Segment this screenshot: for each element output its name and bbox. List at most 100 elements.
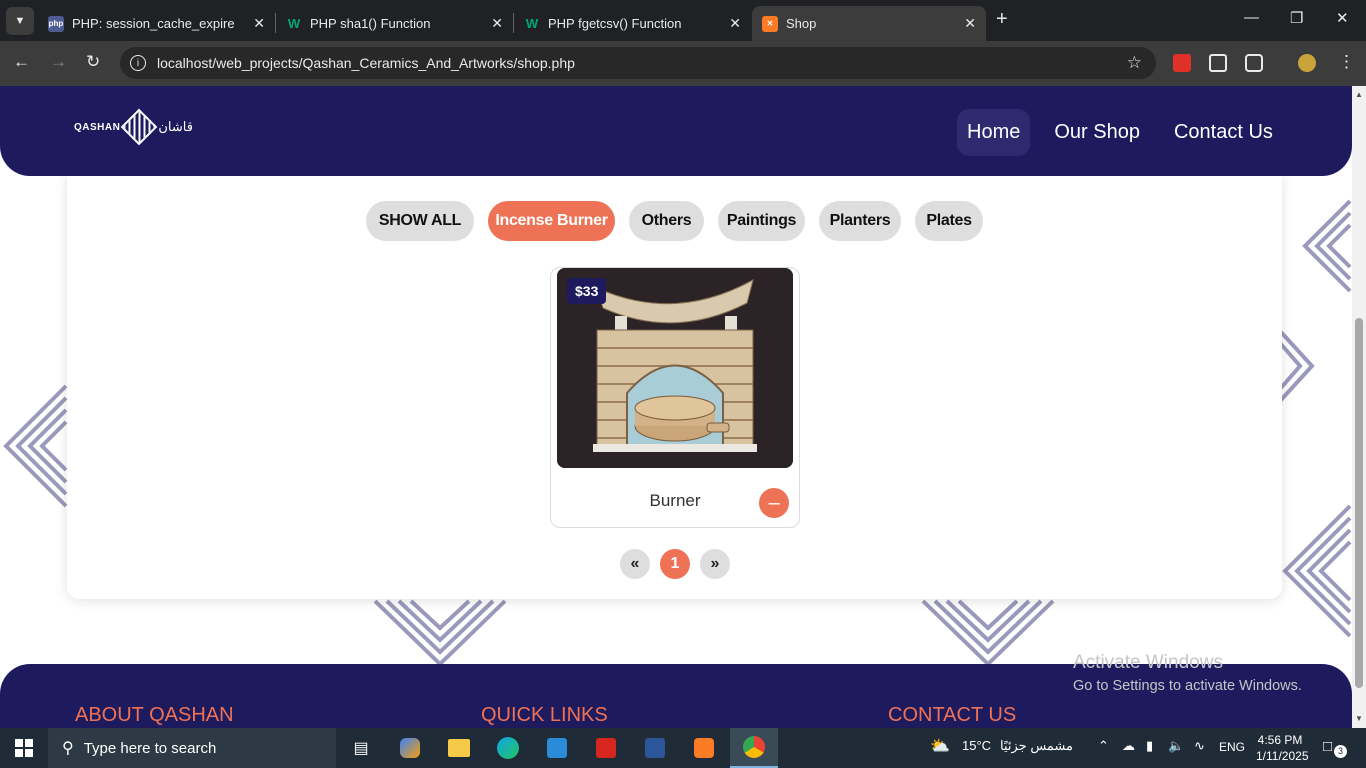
tab-title: PHP: session_cache_expire - Ma <box>72 16 237 31</box>
logo-text-ar: قاشان <box>158 119 193 134</box>
watermark-subtitle: Go to Settings to activate Windows. <box>1073 678 1302 694</box>
filter-show-all[interactable]: SHOW ALL <box>366 201 474 241</box>
tab-title: Shop <box>786 16 817 31</box>
price-badge: $33 <box>567 278 607 304</box>
tab-php-sha1[interactable]: W PHP sha1() Function ✕ <box>276 6 513 41</box>
windows-start-icon[interactable] <box>0 728 48 768</box>
volume-icon[interactable]: 🔈 <box>1168 738 1184 754</box>
close-tab-icon[interactable]: ✕ <box>253 15 265 32</box>
language-indicator[interactable]: ENG <box>1219 740 1245 754</box>
nav-home[interactable]: Home <box>957 109 1031 156</box>
close-tab-icon[interactable]: ✕ <box>491 15 503 32</box>
pagination-prev[interactable]: « <box>620 549 650 579</box>
footer-quick-links-heading: QUICK LINKS <box>481 704 608 726</box>
clock-date: 1/11/2025 <box>1256 749 1309 763</box>
chrome-icon[interactable] <box>730 728 778 768</box>
site-logo[interactable]: QASHAN قاشان <box>74 108 193 146</box>
copilot-icon[interactable] <box>395 728 425 768</box>
windows-logo-icon <box>15 739 33 757</box>
pdf-extension-icon[interactable] <box>1173 54 1191 72</box>
tab-shop[interactable]: ✕ Shop ✕ <box>752 6 986 41</box>
decorative-pattern-icon <box>921 599 1055 666</box>
pagination-next[interactable]: » <box>700 549 730 579</box>
scroll-up-icon[interactable]: ▲ <box>1355 90 1363 99</box>
filter-plates[interactable]: Plates <box>915 201 983 241</box>
filter-planters[interactable]: Planters <box>819 201 901 241</box>
web-page: QASHAN قاشان Home Our Shop Contact Us SH… <box>0 86 1352 728</box>
address-bar[interactable]: i localhost/web_projects/Qashan_Ceramics… <box>120 47 1156 79</box>
vscode-icon[interactable] <box>542 728 572 768</box>
minimize-icon[interactable]: — <box>1244 9 1259 26</box>
filter-paintings[interactable]: Paintings <box>718 201 805 241</box>
profile-avatar[interactable] <box>1298 54 1316 72</box>
php-favicon-icon: php <box>48 15 64 32</box>
onedrive-icon[interactable]: ☁ <box>1122 738 1135 754</box>
logo-mark-icon <box>120 108 158 146</box>
decorative-pattern-icon <box>373 599 507 666</box>
extensions-puzzle-icon[interactable] <box>1245 54 1263 72</box>
tab-php-fgetcsv[interactable]: W PHP fgetcsv() Function ✕ <box>514 6 751 41</box>
w3schools-favicon-icon: W <box>287 16 301 31</box>
back-icon[interactable]: ← <box>13 52 30 72</box>
xampp-favicon-icon: ✕ <box>762 15 778 32</box>
xampp-icon[interactable] <box>689 728 719 768</box>
close-window-icon[interactable]: ✕ <box>1336 9 1349 27</box>
site-header: QASHAN قاشان Home Our Shop Contact Us <box>0 86 1352 176</box>
site-info-icon[interactable]: i <box>130 55 146 71</box>
url-text[interactable]: localhost/web_projects/Qashan_Ceramics_A… <box>157 55 575 71</box>
tab-search-chevron-icon[interactable]: ▼ <box>6 6 34 35</box>
activate-windows-watermark: Activate Windows Go to Settings to activ… <box>1073 652 1302 694</box>
search-icon: ⚲ <box>62 740 74 757</box>
nav-our-shop[interactable]: Our Shop <box>1044 109 1150 156</box>
search-placeholder: Type here to search <box>83 739 217 757</box>
reload-icon[interactable]: ↻ <box>86 52 100 72</box>
product-card[interactable]: $33 Burner – <box>550 267 800 528</box>
tab-title: PHP sha1() Function <box>310 16 431 31</box>
watermark-title: Activate Windows <box>1073 652 1223 673</box>
clock-time: 4:56 PM <box>1257 733 1303 747</box>
edge-icon[interactable] <box>493 728 523 768</box>
new-tab-icon[interactable]: + <box>996 8 1008 31</box>
file-explorer-icon[interactable] <box>444 728 474 768</box>
word-icon[interactable] <box>640 728 670 768</box>
notifications-icon[interactable]: □ 3 <box>1323 738 1347 758</box>
decorative-pattern-icon <box>1282 504 1352 638</box>
nav-contact-us[interactable]: Contact Us <box>1164 109 1283 156</box>
network-icon[interactable]: ∿ <box>1194 738 1205 754</box>
forward-icon[interactable]: → <box>50 52 67 72</box>
scrollbar-thumb[interactable] <box>1355 318 1363 688</box>
decorative-pattern-icon <box>3 384 68 508</box>
media-icon[interactable] <box>1209 54 1227 72</box>
decorative-pattern-icon <box>1302 199 1352 293</box>
close-tab-icon[interactable]: ✕ <box>964 15 976 32</box>
weather-icon[interactable]: ⛅ <box>930 736 950 756</box>
notification-count: 3 <box>1334 745 1347 758</box>
tab-php-session[interactable]: php PHP: session_cache_expire - Ma ✕ <box>38 6 275 41</box>
footer-contact-heading: CONTACT US <box>888 704 1017 726</box>
show-hidden-icons-icon[interactable]: ⌃ <box>1098 738 1109 754</box>
decorative-pattern-icon <box>1280 329 1315 403</box>
shop-panel: SHOW ALL Incense Burner Others Paintings… <box>67 174 1282 599</box>
restore-icon[interactable]: ❐ <box>1290 9 1303 27</box>
scroll-down-icon[interactable]: ▼ <box>1355 714 1363 723</box>
logo-text-en: QASHAN <box>74 121 121 133</box>
filter-incense-burner[interactable]: Incense Burner <box>488 201 615 241</box>
remove-from-cart-button[interactable]: – <box>759 488 789 518</box>
taskbar-search[interactable]: ⚲ Type here to search <box>48 728 336 768</box>
main-nav: Home Our Shop Contact Us <box>957 109 1283 156</box>
weather-text[interactable]: مشمس جزئيًا <box>1000 738 1073 754</box>
footer-about-heading: ABOUT QASHAN <box>75 704 234 726</box>
product-image[interactable]: $33 <box>557 268 793 468</box>
w3schools-favicon-icon: W <box>525 16 539 31</box>
browser-menu-icon[interactable]: ⋮ <box>1338 52 1355 72</box>
acrobat-icon[interactable] <box>591 728 621 768</box>
bookmark-star-icon[interactable]: ☆ <box>1127 53 1142 73</box>
filter-others[interactable]: Others <box>629 201 704 241</box>
weather-temp[interactable]: 15°C <box>962 738 991 753</box>
battery-icon[interactable]: ▮ <box>1146 738 1153 754</box>
clock[interactable]: 4:56 PM 1/11/2025 <box>1256 732 1309 764</box>
pagination-page-1[interactable]: 1 <box>660 549 690 579</box>
task-view-icon[interactable]: ▤ <box>346 728 376 768</box>
page-scrollbar[interactable]: ▲ ▼ <box>1352 86 1366 728</box>
close-tab-icon[interactable]: ✕ <box>729 15 741 32</box>
